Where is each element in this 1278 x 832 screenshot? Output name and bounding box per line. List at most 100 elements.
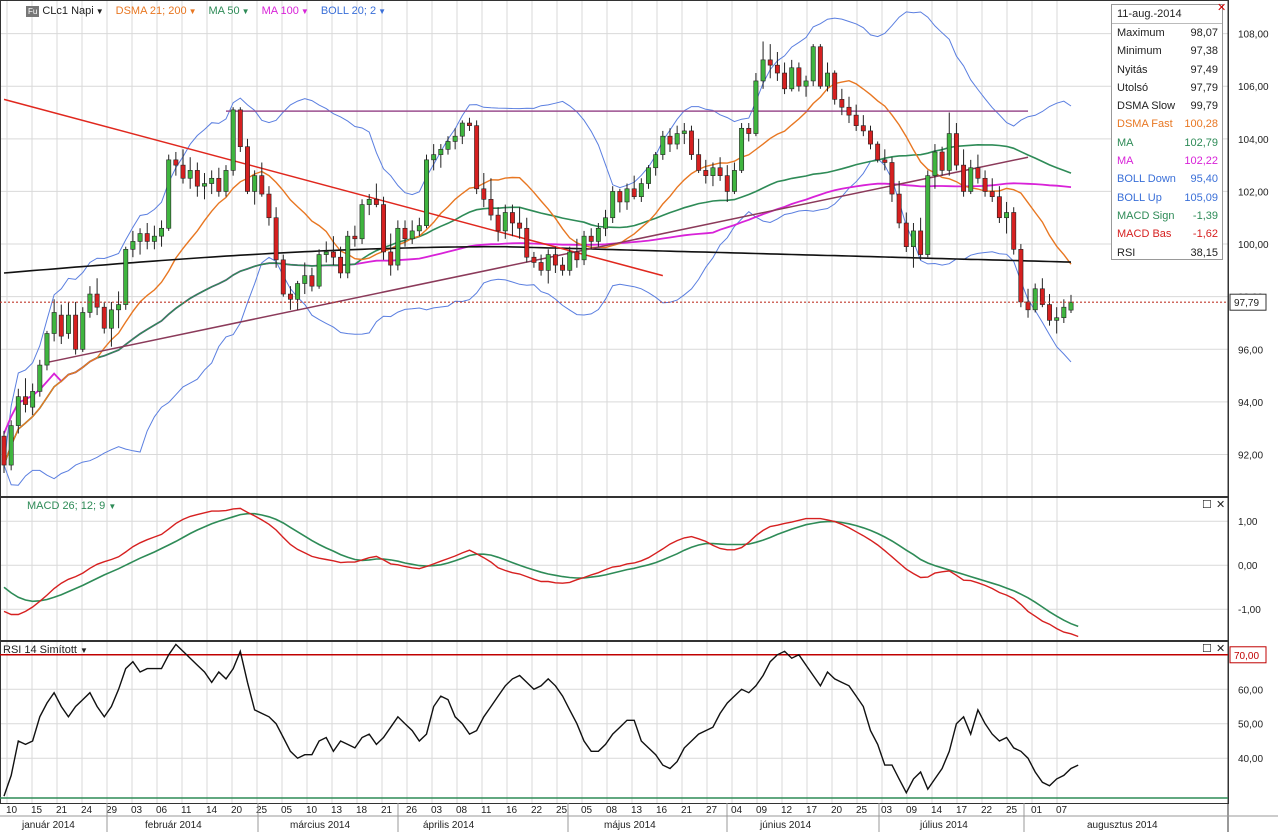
info-row-value: 38,15 (1190, 246, 1218, 259)
info-row: BOLL Down 95,40 (1112, 170, 1222, 188)
candle-body (610, 191, 616, 219)
candle-body (94, 293, 100, 308)
chevron-down-icon[interactable]: ▼ (301, 7, 309, 16)
candle-body (552, 254, 558, 266)
maximize-icon[interactable]: ☐ (1202, 644, 1212, 655)
candle-body (724, 175, 730, 192)
indicator-dsma[interactable]: DSMA 21; 200 ▼ (116, 5, 197, 17)
candle-body (996, 196, 1002, 219)
candle-body (982, 177, 988, 192)
x-day-label: 25 (556, 805, 568, 816)
x-day-label: 17 (956, 805, 968, 816)
candle-body (896, 193, 902, 224)
info-row: DSMA Fast 100,28 (1112, 115, 1222, 133)
candle-body (638, 183, 644, 197)
candle-body (295, 283, 301, 300)
candle-body (73, 314, 79, 350)
candle-body (853, 114, 859, 126)
candle-body (237, 109, 243, 148)
candle-body (911, 230, 916, 247)
rsi-panel-label[interactable]: RSI 14 Simított ▼ (3, 644, 88, 656)
candle-body (545, 254, 551, 271)
x-day-label: 05 (581, 805, 593, 816)
candle-body (166, 159, 172, 229)
candle-body (1061, 306, 1067, 319)
candle-body (918, 230, 924, 255)
candle-body (130, 241, 136, 250)
ma50-line (3, 143, 1072, 466)
candle-body (825, 72, 830, 87)
candle-body (760, 59, 766, 82)
y-tick-label: 94,00 (1238, 398, 1263, 409)
candle-body (416, 225, 422, 232)
chevron-down-icon[interactable]: ▼ (242, 7, 250, 16)
candle-body (459, 122, 465, 137)
candle-body (345, 235, 351, 274)
maximize-icon[interactable]: ☐ (1202, 500, 1212, 511)
candle-body (409, 230, 415, 240)
candle-body (932, 151, 938, 176)
candle-body (80, 312, 86, 350)
candle-body (1018, 249, 1024, 303)
chart-canvas[interactable]: 108,00106,00104,00102,00100,0098,0096,00… (0, 0, 1278, 832)
candle-body (194, 170, 200, 187)
candle-body (939, 151, 945, 171)
candle-body (216, 177, 222, 192)
close-icon[interactable]: ✕ (1217, 3, 1226, 14)
candle-body (323, 251, 329, 255)
candle-body (252, 175, 258, 192)
indicator-ma50[interactable]: MA 50 ▼ (208, 5, 249, 17)
candle-body (66, 314, 71, 334)
last-price-label: 97,79 (1234, 298, 1259, 309)
indicator-ma100[interactable]: MA 100 ▼ (262, 5, 309, 17)
candle-body (1054, 317, 1060, 321)
candle-body (603, 217, 608, 229)
close-icon[interactable]: ✕ (1216, 500, 1225, 511)
candle-body (975, 167, 981, 179)
x-day-label: 21 (681, 805, 693, 816)
candle-body (839, 99, 845, 108)
candle-body (946, 133, 952, 171)
candle-body (925, 175, 931, 255)
candle-body (101, 306, 107, 329)
candle-body (30, 391, 36, 408)
candle-body (474, 125, 480, 190)
x-day-label: 21 (381, 805, 393, 816)
chevron-down-icon[interactable]: ▼ (189, 7, 197, 16)
candle-body (624, 188, 630, 203)
x-month-label: május 2014 (604, 820, 656, 831)
info-row-value: 97,38 (1190, 45, 1218, 58)
chevron-down-icon[interactable]: ▼ (96, 7, 104, 16)
info-row-label: Nyitás (1117, 63, 1148, 76)
candle-body (903, 222, 909, 247)
y-tick-label: 60,00 (1238, 685, 1263, 696)
candle-body (495, 214, 501, 232)
candle-body (674, 133, 680, 145)
instrument-selector[interactable]: CLc1 Napi ▼ (42, 5, 103, 17)
candle-body (330, 251, 336, 258)
candle-body (223, 170, 229, 192)
candle-body (953, 133, 959, 166)
bollinger-lower-line (3, 158, 1072, 486)
candle-body (259, 175, 265, 195)
close-icon[interactable]: ✕ (1216, 644, 1225, 655)
candle-body (180, 164, 186, 179)
candle-body (875, 143, 881, 161)
bollinger-upper-line (3, 11, 1072, 466)
x-day-label: 03 (131, 805, 143, 816)
x-day-label: 22 (531, 805, 543, 816)
x-day-label: 10 (6, 805, 18, 816)
indicator-boll[interactable]: BOLL 20; 2 ▼ (321, 5, 386, 17)
candle-body (1068, 301, 1074, 311)
candle-body (352, 235, 358, 240)
info-row-label: BOLL Up (1117, 191, 1162, 204)
macd-panel-label[interactable]: MACD 26; 12; 9 ▼ (27, 500, 116, 512)
x-day-label: 09 (906, 805, 918, 816)
x-day-label: 12 (781, 805, 793, 816)
chevron-down-icon[interactable]: ▼ (378, 7, 386, 16)
info-row: Minimum 97,38 (1112, 42, 1222, 60)
indicator-boll-label: BOLL 20; 2 (320, 5, 377, 17)
info-row-label: Maximum (1117, 27, 1165, 39)
x-day-label: 03 (431, 805, 443, 816)
info-row-label: MA (1117, 136, 1134, 149)
